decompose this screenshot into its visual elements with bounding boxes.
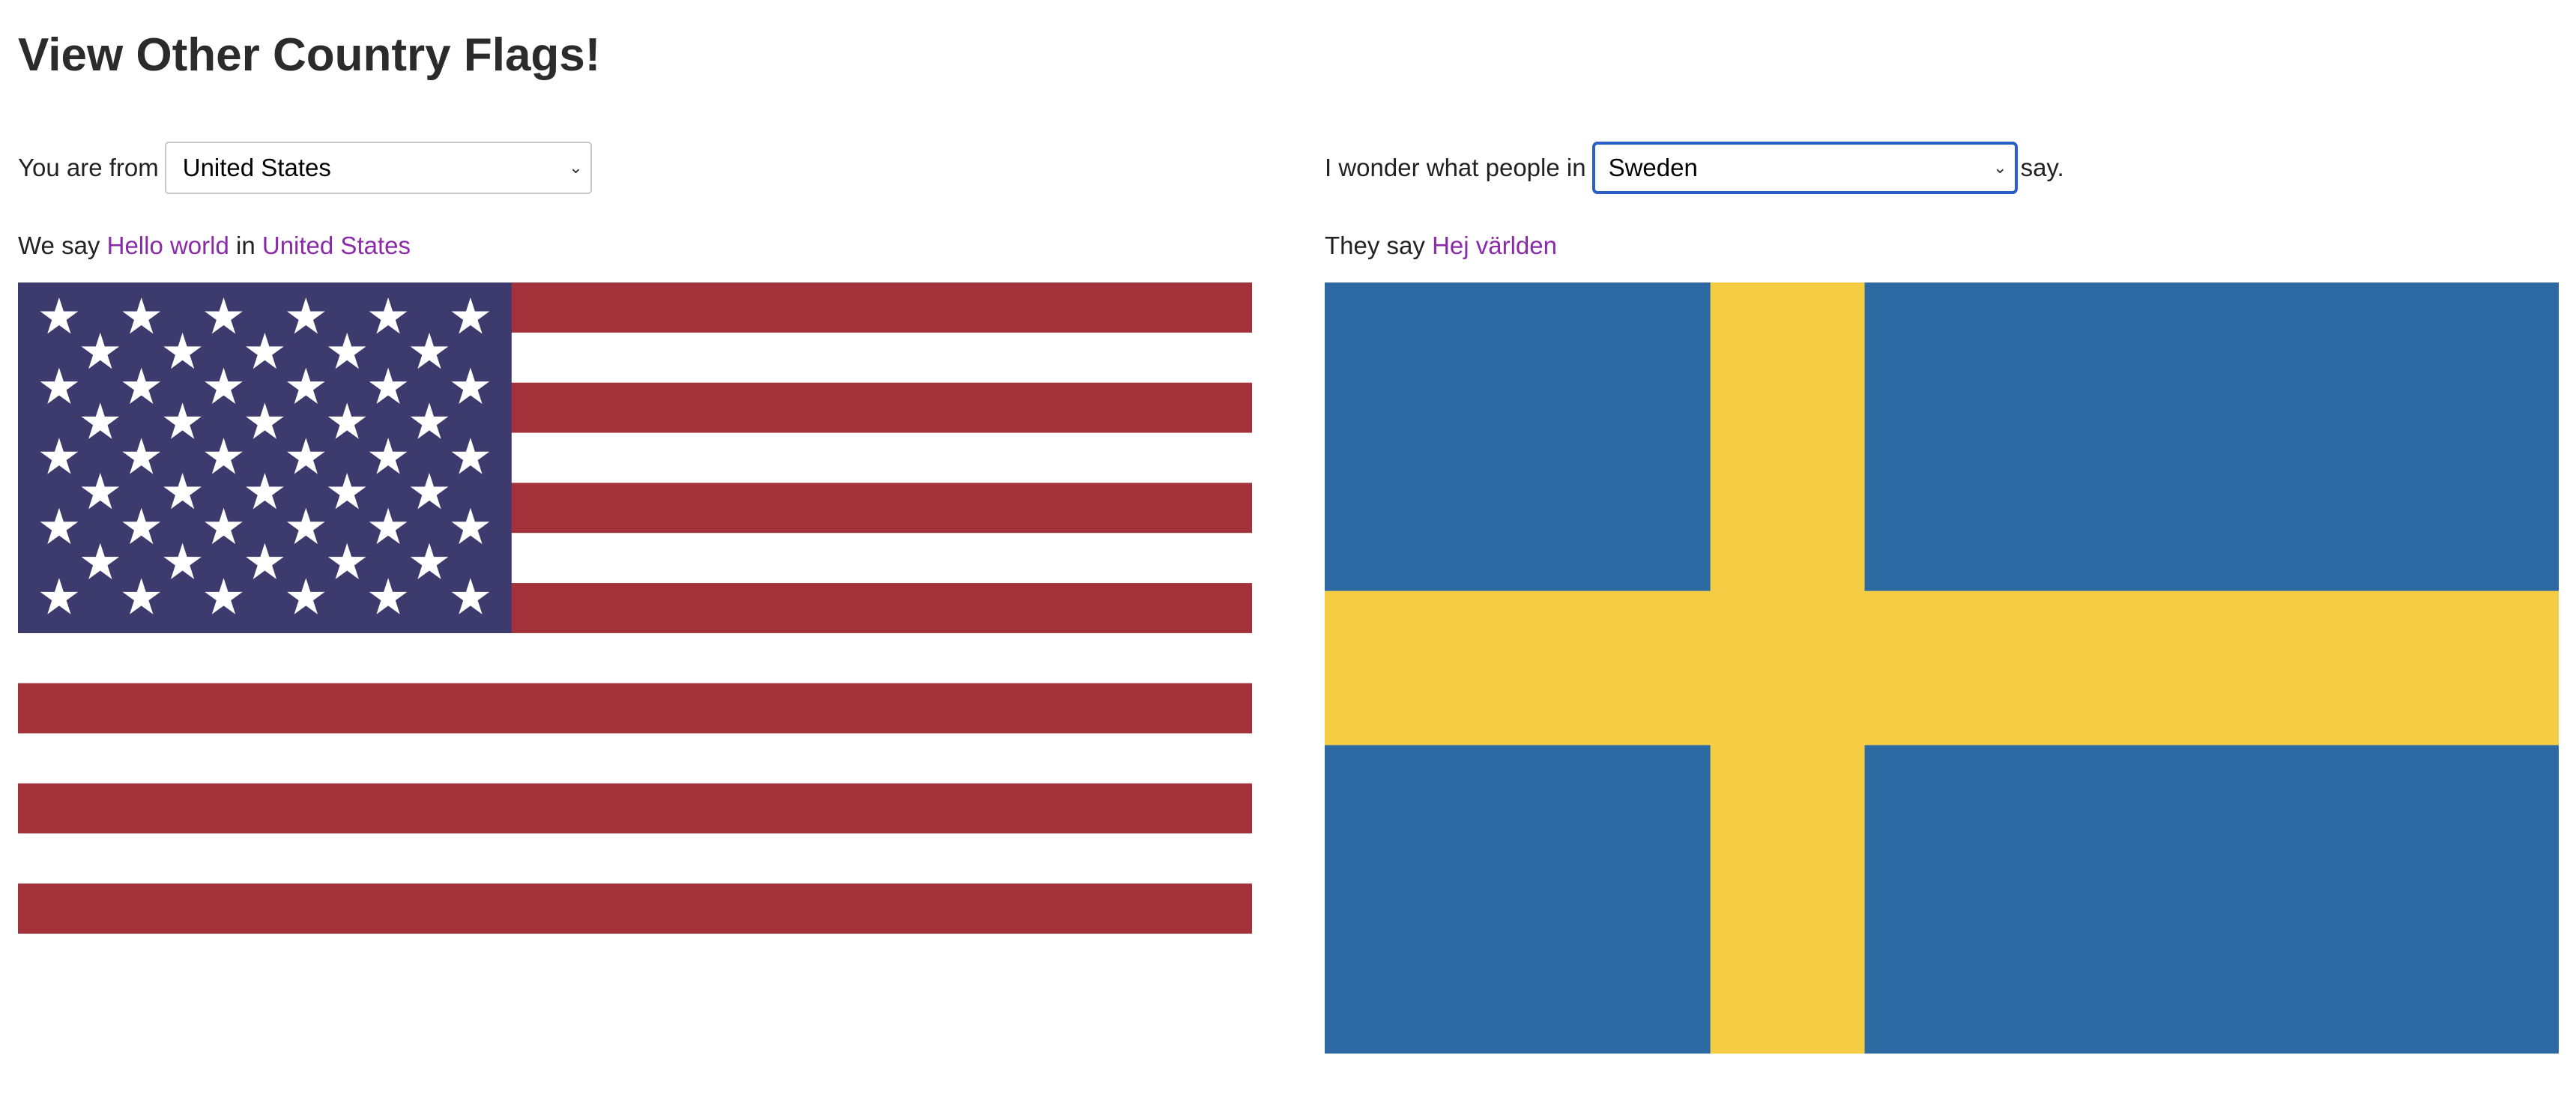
sweden-flag	[1325, 282, 2559, 1054]
hej-varlden-link[interactable]: Hej världen	[1432, 232, 1557, 260]
target-greeting-row: They say Hej världen	[1325, 229, 1557, 263]
say-suffix: say.	[2020, 154, 2064, 181]
origin-country-link[interactable]: United States	[262, 232, 411, 260]
target-country-value: Sweden	[1608, 154, 1698, 181]
in-text: in	[236, 232, 256, 259]
origin-label: You are from	[18, 154, 159, 181]
target-row: I wonder what people in Sweden ⌄ say.	[1325, 142, 2064, 194]
chevron-down-icon: ⌄	[569, 158, 583, 177]
chevron-down-icon: ⌄	[1993, 158, 2007, 177]
united-states-flag	[18, 282, 1252, 934]
hello-world-link[interactable]: Hello world	[107, 232, 229, 260]
us-red-stripe	[18, 683, 1252, 734]
origin-country-value: United States	[182, 154, 331, 181]
target-country-select[interactable]: Sweden ⌄	[1591, 142, 2018, 194]
origin-country-select[interactable]: United States ⌄	[164, 142, 592, 194]
us-red-stripe	[18, 883, 1252, 934]
origin-row: You are from United States ⌄	[18, 142, 598, 194]
target-label: I wonder what people in	[1325, 154, 1586, 181]
us-red-stripe	[18, 783, 1252, 834]
sweden-cross-horizontal	[1325, 590, 2559, 746]
origin-greeting-row: We say Hello world in United States	[18, 229, 411, 263]
they-say-text: They say	[1325, 232, 1425, 259]
we-say-text: We say	[18, 232, 100, 259]
page-title: View Other Country Flags!	[18, 29, 601, 81]
